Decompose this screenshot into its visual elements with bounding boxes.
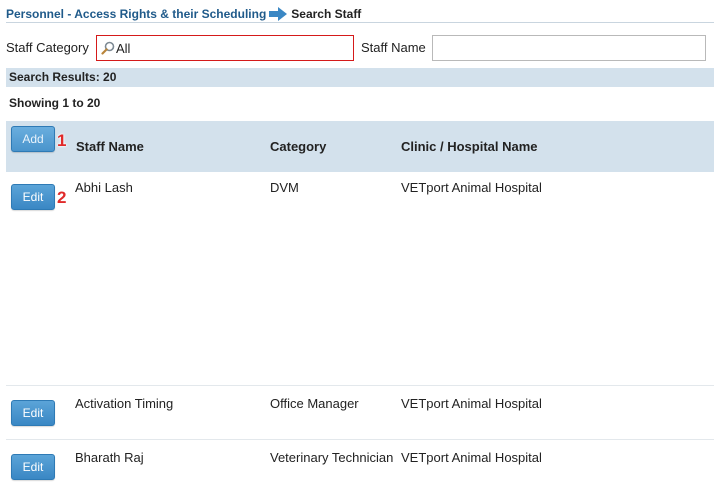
cell-category: Veterinary Technician bbox=[270, 450, 394, 465]
staff-category-label: Staff Category bbox=[6, 40, 89, 55]
breadcrumb-divider bbox=[6, 22, 714, 23]
cell-clinic: VETport Animal Hospital bbox=[401, 396, 542, 411]
cell-staff-name: Bharath Raj bbox=[75, 450, 144, 465]
column-header-clinic: Clinic / Hospital Name bbox=[401, 139, 538, 154]
table-row: Edit Bharath Raj Veterinary Technician V… bbox=[6, 440, 714, 495]
edit-button[interactable]: Edit bbox=[11, 400, 55, 426]
edit-button[interactable]: Edit bbox=[11, 454, 55, 480]
arrow-right-icon bbox=[269, 7, 288, 21]
search-staff-page: Personnel - Access Rights & their Schedu… bbox=[0, 0, 716, 495]
staff-name-input[interactable] bbox=[432, 35, 706, 61]
showing-range: Showing 1 to 20 bbox=[9, 96, 101, 110]
annotation-marker: 1 bbox=[57, 131, 67, 150]
cell-category: DVM bbox=[270, 180, 299, 195]
breadcrumb-current: Search Staff bbox=[291, 7, 362, 21]
table-row: Edit 2 Abhi Lash DVM VETport Animal Hosp… bbox=[6, 172, 714, 385]
cell-clinic: VETport Animal Hospital bbox=[401, 180, 542, 195]
annotation-marker: 2 bbox=[57, 188, 67, 207]
search-results-summary: Search Results: 20 bbox=[6, 68, 714, 87]
breadcrumb: Personnel - Access Rights & their Schedu… bbox=[6, 5, 361, 23]
search-icon bbox=[101, 41, 115, 55]
cell-staff-name: Activation Timing bbox=[75, 396, 174, 411]
cell-category: Office Manager bbox=[270, 396, 359, 411]
table-header: Add 1 Staff Name Category Clinic / Hospi… bbox=[6, 121, 714, 172]
breadcrumb-parent-link[interactable]: Personnel - Access Rights & their Schedu… bbox=[6, 7, 266, 21]
add-staff-button[interactable]: Add bbox=[11, 126, 55, 152]
staff-category-field[interactable] bbox=[96, 35, 354, 61]
table-row: Edit Activation Timing Office Manager VE… bbox=[6, 386, 714, 439]
staff-category-input[interactable] bbox=[115, 40, 346, 56]
column-header-staff-name: Staff Name bbox=[76, 139, 144, 154]
column-header-category: Category bbox=[270, 139, 327, 154]
cell-staff-name: Abhi Lash bbox=[75, 180, 133, 195]
staff-name-label: Staff Name bbox=[361, 40, 426, 55]
search-filters: Staff Category Staff Name bbox=[6, 35, 710, 61]
cell-clinic: VETport Animal Hospital bbox=[401, 450, 542, 465]
edit-button[interactable]: Edit bbox=[11, 184, 55, 210]
